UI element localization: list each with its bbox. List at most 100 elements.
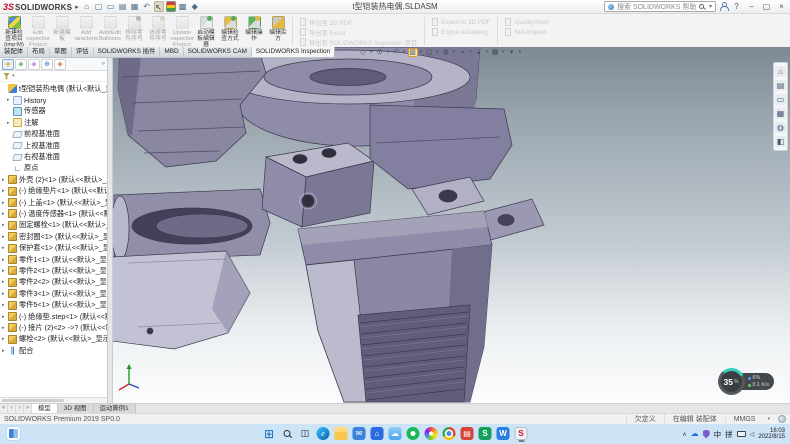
hide-show-icon[interactable]: ◑: [457, 48, 467, 57]
settings-icon[interactable]: ▾: [507, 48, 517, 57]
tree-item[interactable]: ▸(-) 绝缘垫片<1> (默认<<默认>_显示: [0, 186, 107, 197]
view-orientation-icon[interactable]: ◫: [424, 48, 434, 57]
previous-view-icon[interactable]: ↶: [391, 48, 401, 57]
view-orientation-caret-icon[interactable]: ▾: [436, 49, 439, 55]
tab-草图[interactable]: 草图: [50, 47, 72, 57]
file-explorer-taskbar-icon[interactable]: [335, 427, 348, 440]
tree-item[interactable]: ▸密封圈<1> (默认<<默认>_显示状态: [0, 231, 107, 242]
model-left-stub[interactable]: [111, 189, 270, 261]
edit-actuals-button[interactable]: 编辑实 方: [266, 15, 290, 47]
tab-solidworks-插件[interactable]: SOLIDWORKS 插件: [94, 47, 161, 57]
security-shield-icon[interactable]: [703, 430, 710, 439]
restore-button[interactable]: ▢: [761, 1, 772, 12]
zoom-area-caret-icon[interactable]: ▾: [387, 49, 390, 55]
tree-item[interactable]: ▸固定螺栓<1> (默认<<默认>_显示状态: [0, 220, 107, 231]
tab-布局[interactable]: 布局: [28, 47, 50, 57]
appearance-icon[interactable]: ◒: [474, 48, 484, 57]
appearance-caret-icon[interactable]: ▾: [486, 49, 489, 55]
zoom-area-icon[interactable]: ⊙: [375, 48, 385, 57]
status-item-3[interactable]: MMGS: [725, 416, 764, 423]
tree-item[interactable]: ▸∥配合: [0, 345, 107, 356]
appearances-icon[interactable]: ◍: [775, 122, 786, 133]
widgets-icon[interactable]: [7, 427, 20, 440]
help-button[interactable]: ?: [731, 1, 742, 12]
display-style-caret-icon[interactable]: ▾: [453, 49, 456, 55]
tree-item[interactable]: ▸零件1<1> (默认<<默认>_显示状态<: [0, 254, 107, 265]
tree-item[interactable]: 右视基准面: [0, 151, 107, 162]
rebuild-button[interactable]: [166, 1, 176, 12]
search-input[interactable]: 搜索 SOLIDWORKS 帮助 ▾: [604, 1, 716, 12]
tree-item[interactable]: ▸(-) 绝缘垫.step<1> (默认<<默认>: [0, 311, 107, 322]
tab-solidworks-inspection[interactable]: SOLIDWORKS Inspection: [252, 47, 335, 57]
task-view-taskbar-icon[interactable]: ◫: [299, 427, 312, 440]
scrollbar-thumb[interactable]: [2, 399, 64, 402]
save-button[interactable]: ▤: [118, 1, 128, 12]
home-button[interactable]: ⌂: [82, 1, 92, 12]
custom-properties-icon[interactable]: ◧: [775, 136, 786, 147]
edge-taskbar-icon[interactable]: e: [317, 427, 330, 440]
doc-tab-nav-2[interactable]: ‹: [8, 404, 16, 413]
dimxpertmanager-tab[interactable]: ⊕: [41, 59, 53, 70]
tree-item[interactable]: ▸外壳 (2)<1> (默认<<默认>_显示状态: [0, 174, 107, 185]
new-inspection-button[interactable]: 新建检 查项目 (imp:M): [2, 15, 26, 47]
propertymanager-tab[interactable]: ◈: [15, 59, 27, 70]
tree-item[interactable]: 前视基准面: [0, 129, 107, 140]
tab-solidworks-cam[interactable]: SOLIDWORKS CAM: [184, 47, 252, 57]
design-library-icon[interactable]: ▤: [775, 80, 786, 91]
previous-view-caret-icon[interactable]: ▾: [403, 49, 406, 55]
ime-language-indicator[interactable]: 中: [714, 429, 722, 440]
edit-methods-button[interactable]: 编辑检 查方式: [218, 15, 242, 47]
section-view-icon[interactable]: ▥: [408, 48, 418, 57]
tree-item[interactable]: ▸History: [0, 94, 107, 105]
print-button[interactable]: ▦: [130, 1, 140, 12]
cad-model[interactable]: [108, 47, 790, 403]
tree-item[interactable]: 传感器: [0, 106, 107, 117]
mail-taskbar-icon[interactable]: ✉: [353, 427, 366, 440]
close-button[interactable]: ×: [776, 1, 787, 12]
status-globe-icon[interactable]: [778, 415, 786, 423]
doc-tab-nav-1[interactable]: «: [0, 404, 8, 413]
red-book-taskbar-icon[interactable]: ▤: [461, 427, 474, 440]
displaymanager-tab[interactable]: ◈: [54, 59, 66, 70]
search-icon[interactable]: [699, 4, 704, 9]
tab-mbd[interactable]: MBD: [160, 47, 183, 57]
tree-item[interactable]: ∟原点: [0, 163, 107, 174]
resources-icon[interactable]: ⌂: [775, 66, 786, 77]
scene-icon[interactable]: ▦: [490, 48, 500, 57]
tree-item[interactable]: ▸保护套<1> (默认<<默认>_显示状态: [0, 242, 107, 253]
panel-tabs-overflow[interactable]: »: [102, 61, 105, 67]
settings-caret-icon[interactable]: ▾: [519, 49, 522, 55]
wps-w-taskbar-icon[interactable]: W: [497, 427, 510, 440]
onedrive-icon[interactable]: ☁: [691, 429, 699, 439]
tab-评估[interactable]: 评估: [72, 47, 94, 57]
tree-item[interactable]: ▸(-) 接片 (2)<2> ->? (默认<<默认>: [0, 322, 107, 333]
tree-item[interactable]: ▸零件2<2> (默认<<默认>_显示状态<: [0, 277, 107, 288]
units-caret-icon[interactable]: ▾: [763, 416, 774, 422]
login-icon[interactable]: [720, 2, 727, 11]
tree-item[interactable]: ▸螺栓<2> (默认<<默认>_显示状态<: [0, 334, 107, 345]
model-center-block[interactable]: [262, 143, 374, 227]
options-button[interactable]: ▩: [178, 1, 188, 12]
graphics-area[interactable]: ◇▾⊙▾↶▾▥▾◫▾◍▾◑▾◒▾▦▾▾▾ ⌂▤▭▦◍◧ 35 % 6% 0.1 …: [108, 47, 790, 403]
display-style-icon[interactable]: ◍: [441, 48, 451, 57]
volume-icon[interactable]: ◁: [750, 431, 755, 438]
monitor-icon[interactable]: [737, 431, 746, 437]
scene-caret-icon[interactable]: ▾: [502, 49, 505, 55]
configurationmanager-tab[interactable]: ◈: [28, 59, 40, 70]
doc-tab-运动算例1[interactable]: 运动算例1: [94, 404, 136, 413]
search-taskbar-icon[interactable]: [281, 427, 294, 440]
tray-chevron-icon[interactable]: ∧: [682, 431, 686, 438]
doc-tab-nav-3[interactable]: ›: [16, 404, 24, 413]
store-taskbar-icon[interactable]: ⌂: [371, 427, 384, 440]
ime-mode-indicator[interactable]: 拼: [725, 429, 733, 440]
tree-item[interactable]: 上视基准面: [0, 140, 107, 151]
chrome-taskbar-icon[interactable]: [443, 427, 456, 440]
tab-装配体[interactable]: 装配体: [0, 47, 28, 57]
filter-caret-icon[interactable]: ▾: [12, 73, 15, 79]
template-editor-button[interactable]: 启动模 板编辑 器: [194, 15, 218, 47]
tree-item[interactable]: ▸零件2<1> (默认<<默认>_显示状态<: [0, 265, 107, 276]
tree-filter-row[interactable]: ▾: [0, 71, 107, 82]
new-button[interactable]: ▢: [94, 1, 104, 12]
view-palette-icon[interactable]: ▦: [775, 108, 786, 119]
tree-item[interactable]: ▸(-) 上盖<1> (默认<<默认>_显示状态: [0, 197, 107, 208]
